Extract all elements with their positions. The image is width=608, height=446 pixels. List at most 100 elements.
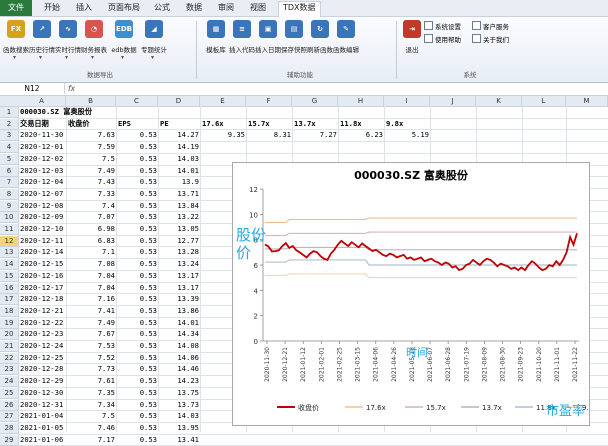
chevron-down-icon[interactable]: ▾ bbox=[151, 54, 154, 61]
column-header-E[interactable]: E bbox=[200, 96, 246, 107]
ribbon-button-0[interactable]: FX 函数搜索 ▾ bbox=[3, 20, 29, 61]
customer-service-button[interactable]: 客户服务 bbox=[472, 21, 509, 31]
menu-view[interactable]: 视图 bbox=[246, 2, 270, 14]
column-header-M[interactable]: M bbox=[566, 96, 608, 107]
menu-formulas[interactable]: 公式 bbox=[150, 2, 174, 14]
column-header-I[interactable]: I bbox=[384, 96, 430, 107]
value-cell: 13.41 bbox=[177, 434, 199, 444]
value-cell: 14.27 bbox=[177, 130, 199, 140]
chevron-down-icon[interactable]: ▾ bbox=[13, 54, 16, 61]
column-header-J[interactable]: J bbox=[430, 96, 476, 107]
menu-data[interactable]: 数据 bbox=[182, 2, 206, 14]
x-tick-label: 2021-08-09 bbox=[481, 347, 488, 382]
menu-page-layout[interactable]: 页面布局 bbox=[104, 2, 144, 14]
x-tick-label: 2021-06-28 bbox=[445, 347, 452, 382]
pe-price-value: 6.23 bbox=[365, 130, 383, 140]
ribbon-button-4[interactable]: EDB edb数据 ▾ bbox=[111, 20, 137, 61]
name-box[interactable]: N12 bbox=[0, 83, 65, 94]
value-cell: 0.53 bbox=[139, 247, 157, 257]
system-settings-button[interactable]: 系统设置 bbox=[424, 21, 461, 31]
chevron-down-icon[interactable]: ▾ bbox=[65, 54, 68, 61]
ribbon-button-11[interactable]: ✎ 函数编辑 bbox=[333, 20, 359, 54]
menu-tdx-data[interactable]: TDX数据 bbox=[278, 1, 321, 17]
help-button[interactable]: 使用帮助 bbox=[424, 34, 461, 44]
row-header-10[interactable]: 10 bbox=[0, 212, 19, 224]
row-header-21[interactable]: 21 bbox=[0, 341, 19, 352]
fx-label[interactable]: fx bbox=[68, 83, 75, 94]
column-header-F[interactable]: F bbox=[246, 96, 292, 107]
ribbon-button-1[interactable]: ↗ 历史行情 ▾ bbox=[29, 20, 55, 61]
chevron-down-icon[interactable]: ▾ bbox=[121, 54, 124, 61]
chevron-down-icon[interactable]: ▾ bbox=[91, 54, 94, 61]
x-tick-label: 2021-11-01 bbox=[554, 347, 561, 382]
about-button[interactable]: 关于我们 bbox=[472, 34, 509, 44]
row-header-29[interactable]: 29 bbox=[0, 434, 19, 446]
row-header-27[interactable]: 27 bbox=[0, 411, 19, 423]
column-header-B[interactable]: B bbox=[66, 96, 116, 107]
date-cell: 2020-12-18 bbox=[20, 294, 64, 304]
value-cell: 14.08 bbox=[177, 341, 199, 350]
row-header-9[interactable]: 9 bbox=[0, 200, 19, 212]
column-header-K[interactable]: K bbox=[476, 96, 522, 107]
row-header-4[interactable]: 4 bbox=[0, 142, 19, 154]
menu-file[interactable]: 文件 bbox=[0, 0, 32, 16]
row-header-5[interactable]: 5 bbox=[0, 153, 19, 165]
chevron-down-icon[interactable]: ▾ bbox=[39, 54, 42, 61]
ribbon-button-6[interactable]: ▦ 模板库 bbox=[204, 20, 228, 54]
row-header-19[interactable]: 19 bbox=[0, 317, 19, 329]
pe-level-label: 13.7x bbox=[294, 118, 316, 128]
value-cell: 13.9 bbox=[181, 177, 199, 187]
row-header-16[interactable]: 16 bbox=[0, 282, 19, 294]
x-tick-label: 2021-01-12 bbox=[300, 347, 307, 382]
ribbon-button-3[interactable]: ◔ 财务报表 ▾ bbox=[81, 20, 107, 61]
ribbon-button-5[interactable]: ◢ 专题统计 ▾ bbox=[141, 20, 167, 61]
row-header-28[interactable]: 28 bbox=[0, 422, 19, 434]
row-header-24[interactable]: 24 bbox=[0, 376, 19, 388]
ribbon-button-8[interactable]: ▣ 插入日期 bbox=[255, 20, 281, 54]
legend-label: 15.7x bbox=[426, 404, 446, 412]
ribbon: 数据导出 辅助功能 系统 系统设置 使用帮助 客户服务 关于我们 FX 函数搜索 ▾… bbox=[0, 17, 608, 83]
ribbon-icon-7: ≡ bbox=[233, 20, 251, 38]
column-header-C[interactable]: C bbox=[116, 96, 158, 107]
row-header-12[interactable]: 12 bbox=[0, 235, 19, 247]
row-header-20[interactable]: 20 bbox=[0, 329, 19, 341]
column-header-G[interactable]: G bbox=[292, 96, 338, 107]
row-header-23[interactable]: 23 bbox=[0, 364, 19, 376]
value-cell: 0.53 bbox=[139, 399, 157, 409]
menu-home[interactable]: 开始 bbox=[40, 2, 64, 14]
date-cell: 2020-12-04 bbox=[20, 177, 64, 187]
row-header-15[interactable]: 15 bbox=[0, 270, 19, 282]
row-header-7[interactable]: 7 bbox=[0, 177, 19, 189]
value-cell: 7.5 bbox=[102, 411, 115, 421]
ribbon-label-11: 函数编辑 bbox=[333, 46, 359, 54]
column-header-H[interactable]: H bbox=[338, 96, 384, 107]
menu-review[interactable]: 审阅 bbox=[214, 2, 238, 14]
ribbon-button-9[interactable]: ▤ 保存快照 bbox=[281, 20, 307, 54]
menu-insert[interactable]: 插入 bbox=[72, 2, 96, 14]
row-header-2[interactable]: 2 bbox=[0, 118, 19, 130]
row-header-25[interactable]: 25 bbox=[0, 387, 19, 399]
sheet-title: 000030.SZ 富奥股份 bbox=[20, 107, 93, 116]
row-header-26[interactable]: 26 bbox=[0, 399, 19, 411]
select-all-corner[interactable] bbox=[0, 96, 19, 107]
ribbon-button-10[interactable]: ↻ 刷新函数 bbox=[307, 20, 333, 54]
row-header-1[interactable]: 1 bbox=[0, 107, 19, 118]
row-header-11[interactable]: 11 bbox=[0, 224, 19, 235]
ribbon-button-2[interactable]: ∿ 实时行情 ▾ bbox=[55, 20, 81, 61]
y-tick-label: 4 bbox=[254, 287, 259, 295]
row-header-17[interactable]: 17 bbox=[0, 294, 19, 306]
column-header-L[interactable]: L bbox=[522, 96, 566, 107]
ribbon-button-12[interactable]: ⇥ 退出 bbox=[400, 20, 424, 54]
row-header-13[interactable]: 13 bbox=[0, 247, 19, 259]
row-header-18[interactable]: 18 bbox=[0, 305, 19, 317]
row-header-6[interactable]: 6 bbox=[0, 165, 19, 177]
row-header-22[interactable]: 22 bbox=[0, 352, 19, 364]
chart[interactable]: 000030.SZ 富奥股份 0 2 4 6 8 10 12 2020-11-30 2020-12… bbox=[232, 162, 597, 426]
ribbon-button-7[interactable]: ≡ 插入代码 bbox=[229, 20, 255, 54]
column-header-A[interactable]: A bbox=[18, 96, 66, 107]
row-header-3[interactable]: 3 bbox=[0, 130, 19, 142]
row-header-8[interactable]: 8 bbox=[0, 188, 19, 200]
value-cell: 14.19 bbox=[177, 142, 199, 152]
row-header-14[interactable]: 14 bbox=[0, 259, 19, 271]
column-header-D[interactable]: D bbox=[158, 96, 200, 107]
